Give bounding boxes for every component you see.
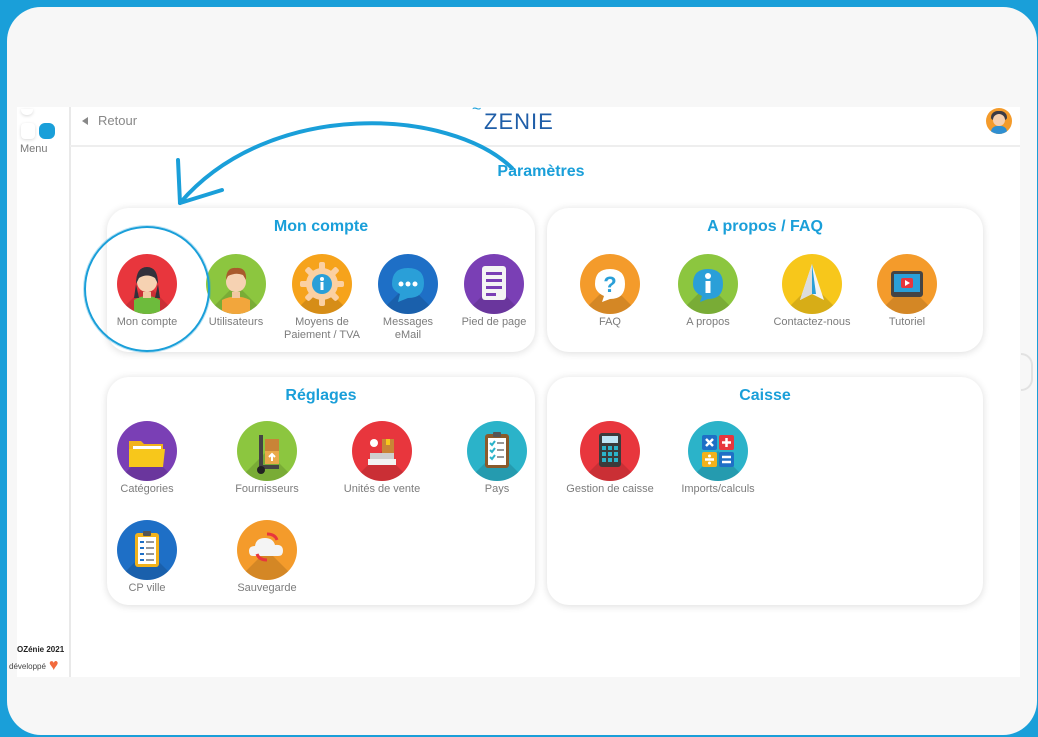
paper-plane-icon bbox=[782, 254, 842, 314]
tile-label: Contactez-nous bbox=[773, 316, 851, 328]
tablet-side-button bbox=[1021, 353, 1033, 391]
tile-label: Pays bbox=[484, 483, 510, 495]
heart-icon: ♥ bbox=[48, 657, 59, 674]
menu-icon bbox=[39, 123, 55, 139]
card-caisse: Caisse Gestion de caisse Imports/calculs bbox=[547, 377, 983, 605]
tile-label: Fournisseurs bbox=[235, 483, 299, 495]
video-icon bbox=[877, 254, 937, 314]
footer-made-label: développé bbox=[9, 661, 46, 671]
svg-text:?: ? bbox=[603, 272, 616, 297]
tile-clipboard[interactable]: Pays bbox=[452, 421, 542, 496]
question-icon: ? bbox=[580, 254, 640, 314]
menu-button[interactable] bbox=[19, 109, 55, 141]
hand-truck-icon bbox=[237, 421, 297, 481]
tile-label: Moyens de Paiement / TVA bbox=[283, 316, 361, 341]
tile-label: FAQ bbox=[598, 316, 621, 328]
chat-bubble-icon bbox=[378, 254, 438, 314]
tile-label: Sauvegarde bbox=[237, 582, 297, 594]
info-icon bbox=[678, 254, 738, 314]
tile-calculator[interactable]: Gestion de caisse bbox=[565, 421, 655, 496]
back-label: Retour bbox=[98, 113, 138, 128]
folder-icon bbox=[117, 421, 177, 481]
tile-label: CP ville bbox=[128, 582, 166, 594]
avatar-body bbox=[991, 126, 1007, 134]
tile-cloud-sync[interactable]: Sauvegarde bbox=[222, 520, 312, 595]
tile-label: Messages eMail bbox=[382, 316, 434, 341]
tile-label: Unités de vente bbox=[343, 483, 421, 495]
tile-question[interactable]: ? FAQ bbox=[565, 254, 655, 329]
card-title: Réglages bbox=[285, 387, 357, 404]
scale-icon bbox=[352, 421, 412, 481]
back-button[interactable]: Retour bbox=[82, 113, 137, 128]
annotation-arrow bbox=[176, 121, 514, 205]
tile-chat-bubble[interactable]: Messages eMail bbox=[363, 254, 453, 342]
tile-info[interactable]: A propos bbox=[663, 254, 753, 329]
tile-label: Gestion de caisse bbox=[566, 483, 654, 495]
tile-paper-plane[interactable]: Contactez-nous bbox=[767, 254, 857, 329]
card-reglages: Réglages Catégories Fournisseurs Unités de… bbox=[107, 377, 535, 605]
tile-clipboard-list[interactable]: CP ville bbox=[102, 520, 192, 595]
tile-hand-truck[interactable]: Fournisseurs bbox=[222, 421, 312, 496]
card-title: A propos / FAQ bbox=[707, 218, 823, 235]
tile-scale[interactable]: Unités de vente bbox=[337, 421, 427, 496]
clipboard-icon bbox=[467, 421, 527, 481]
tile-label: Utilisateurs bbox=[208, 316, 264, 328]
card-a-propos-faq: A propos / FAQ ? FAQ A propos Contactez-nou… bbox=[547, 208, 983, 352]
math-operators-icon bbox=[688, 421, 748, 481]
tile-math-operators[interactable]: Imports/calculs bbox=[673, 421, 763, 496]
tile-label: Catégories bbox=[120, 483, 174, 495]
card-title: Caisse bbox=[739, 387, 791, 404]
tile-label: A propos bbox=[686, 316, 730, 328]
footer-brand: OZénie 2021 bbox=[17, 645, 65, 654]
tile-label: Pied de page bbox=[461, 316, 527, 328]
tile-gear-info[interactable]: Moyens de Paiement / TVA bbox=[277, 254, 367, 342]
document-icon bbox=[464, 254, 524, 314]
tile-folder[interactable]: Catégories bbox=[102, 421, 192, 496]
clipboard-list-icon bbox=[117, 520, 177, 580]
annotation-highlight-circle bbox=[84, 226, 210, 352]
tile-label: Imports/calculs bbox=[681, 483, 755, 495]
footer-made-with-love: développé ♥ bbox=[9, 658, 65, 674]
user-avatar[interactable] bbox=[986, 108, 1012, 134]
tile-document[interactable]: Pied de page bbox=[449, 254, 539, 329]
user-man-icon bbox=[206, 254, 266, 314]
menu-icon-part bbox=[21, 109, 33, 115]
avatar-head bbox=[993, 114, 1005, 126]
calculator-icon bbox=[580, 421, 640, 481]
menu-icon-part bbox=[21, 123, 35, 139]
tile-label: Tutoriel bbox=[888, 316, 926, 328]
cloud-sync-icon bbox=[237, 520, 297, 580]
tile-video[interactable]: Tutoriel bbox=[862, 254, 952, 329]
gear-info-icon bbox=[292, 254, 352, 314]
sidebar: Menu OZénie 2021 développé ♥ bbox=[9, 107, 71, 677]
menu-label: Menu bbox=[20, 143, 48, 155]
back-arrow-icon bbox=[82, 116, 88, 125]
